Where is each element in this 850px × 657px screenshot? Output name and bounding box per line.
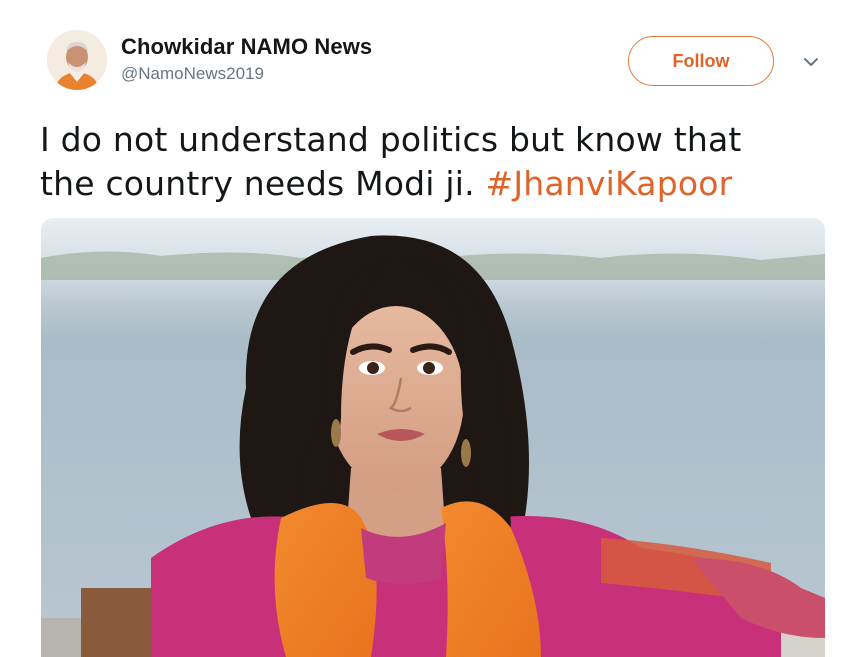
tweet-card: Chowkidar NAMO News @NamoNews2019 Follow… [0, 0, 850, 657]
tweet-text-line-2: the country needs Modi ji. #JhanviKapoor [40, 162, 830, 206]
user-handle[interactable]: @NamoNews2019 [121, 64, 372, 84]
display-name[interactable]: Chowkidar NAMO News [121, 34, 372, 60]
follow-button[interactable]: Follow [628, 36, 774, 86]
tweet-text: I do not understand politics but know th… [40, 118, 830, 206]
tweet-text-line-1: I do not understand politics but know th… [40, 120, 742, 159]
author-info: Chowkidar NAMO News @NamoNews2019 [121, 34, 372, 84]
hashtag-link[interactable]: #JhanviKapoor [485, 164, 732, 203]
avatar[interactable] [47, 30, 107, 90]
chevron-down-icon[interactable] [800, 54, 822, 70]
tweet-text-line-2-body: the country needs Modi ji. [40, 164, 475, 203]
tweet-photo[interactable] [41, 218, 825, 657]
